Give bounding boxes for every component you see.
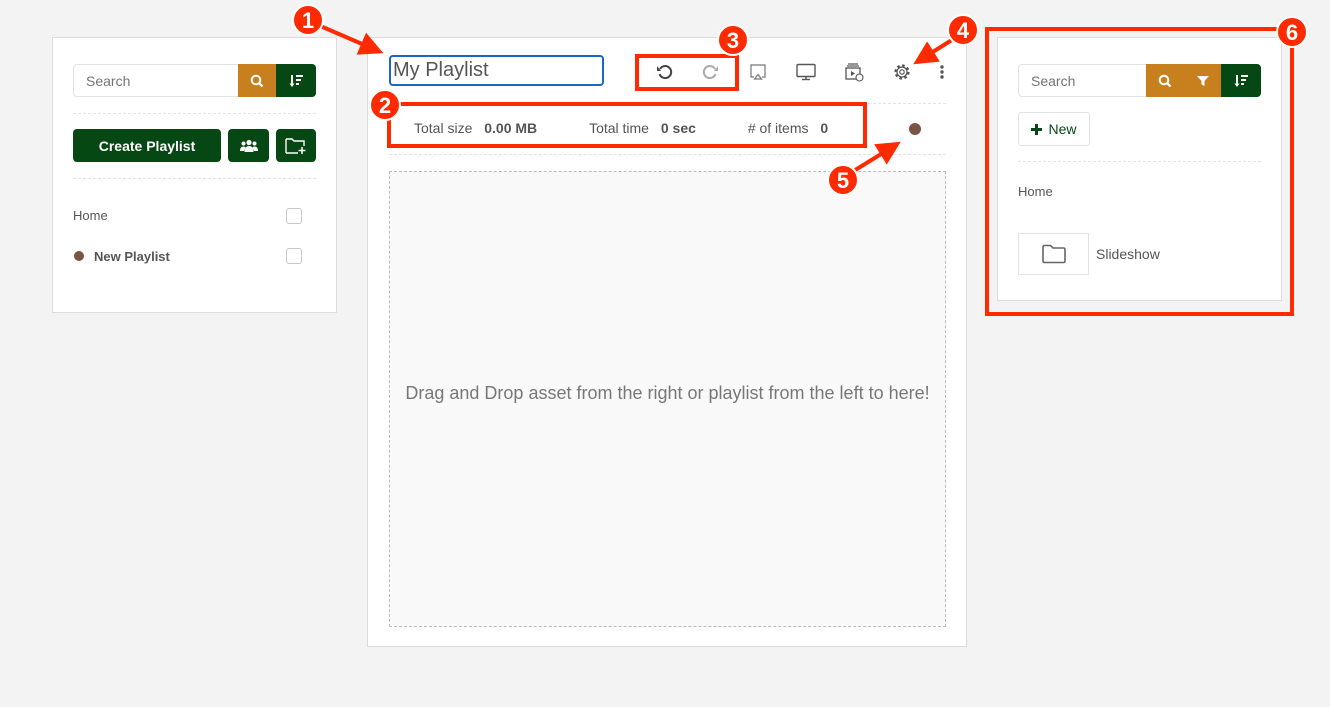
- search-button[interactable]: [1146, 64, 1184, 97]
- sort-icon: [1234, 74, 1248, 87]
- playlist-editor: Total size 0.00 MB Total time 0 sec # of…: [367, 37, 967, 647]
- annotation-badge-1: 1: [292, 4, 324, 36]
- asset-search-input[interactable]: [1018, 64, 1147, 97]
- total-size-label: Total size: [414, 120, 473, 136]
- svg-text:6: 6: [1286, 20, 1298, 45]
- playlist-search-input[interactable]: [73, 64, 239, 97]
- undo-button[interactable]: [653, 60, 677, 84]
- redo-icon: [702, 65, 718, 80]
- folder-home[interactable]: Home: [73, 208, 108, 223]
- new-playlist-checkbox[interactable]: [286, 248, 302, 264]
- status-dot: [74, 251, 84, 261]
- sort-icon: [289, 74, 303, 87]
- drop-zone-hint: Drag and Drop asset from the right or pl…: [405, 382, 930, 403]
- folder-label[interactable]: Slideshow: [1096, 246, 1160, 262]
- folder-plus-icon: [285, 137, 306, 154]
- playlist-stats: Total size 0.00 MB Total time 0 sec # of…: [414, 120, 828, 136]
- filter-icon: [1197, 75, 1209, 86]
- monitor-icon: [796, 63, 816, 81]
- total-time-value: 0 sec: [660, 120, 696, 136]
- asset-library: New Home Slideshow: [997, 37, 1282, 301]
- gear-icon: [894, 64, 910, 80]
- playlist-play-icon: [845, 63, 864, 82]
- total-size-value: 0.00 MB: [484, 120, 538, 136]
- share-group-button[interactable]: [228, 129, 269, 162]
- drop-zone[interactable]: Drag and Drop asset from the right or pl…: [389, 171, 946, 627]
- undo-icon: [657, 65, 673, 80]
- sort-button[interactable]: [1221, 64, 1261, 97]
- status-dot: [909, 123, 921, 135]
- item-count-value: 0: [820, 120, 829, 136]
- divider: [73, 178, 316, 179]
- search-button[interactable]: [238, 64, 276, 97]
- search-icon: [250, 74, 264, 87]
- search-icon: [1158, 74, 1172, 87]
- divider: [1018, 161, 1261, 162]
- divider: [389, 103, 946, 104]
- svg-text:1: 1: [302, 8, 314, 33]
- total-time-label: Total time: [589, 120, 649, 136]
- playlist-title-input[interactable]: [389, 55, 604, 86]
- airplay-icon: [750, 64, 766, 80]
- item-count-label: # of items: [747, 120, 809, 136]
- new-label: New: [1048, 121, 1077, 137]
- playlist-sidebar: Create Playlist Home New Playlist: [52, 37, 337, 313]
- new-folder-button[interactable]: [276, 129, 316, 162]
- plus-icon: [1031, 123, 1043, 135]
- sort-button[interactable]: [276, 64, 316, 97]
- kebab-icon: [940, 65, 944, 79]
- preview-button[interactable]: [794, 60, 818, 84]
- schedule-playlist-button[interactable]: [842, 60, 866, 84]
- breadcrumb-home[interactable]: Home: [1018, 184, 1053, 199]
- create-playlist-button[interactable]: Create Playlist: [73, 129, 221, 162]
- more-menu-button[interactable]: [934, 60, 950, 84]
- home-checkbox[interactable]: [286, 208, 302, 224]
- divider: [73, 113, 316, 114]
- folder-tile[interactable]: [1018, 233, 1089, 275]
- filter-button[interactable]: [1184, 64, 1222, 97]
- users-icon: [239, 139, 258, 152]
- new-asset-button[interactable]: New: [1018, 112, 1090, 146]
- divider: [389, 154, 946, 155]
- redo-button[interactable]: [698, 60, 722, 84]
- folder-icon: [1041, 244, 1066, 264]
- playlist-item-new-playlist[interactable]: New Playlist: [94, 249, 170, 264]
- cast-button[interactable]: [746, 60, 770, 84]
- settings-button[interactable]: [890, 60, 914, 84]
